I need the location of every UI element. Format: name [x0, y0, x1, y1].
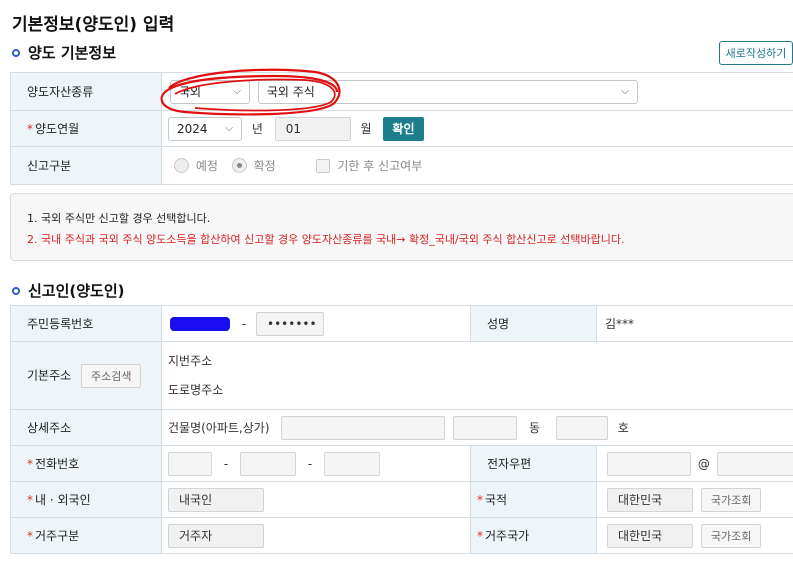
- report-type-label: 신고구분: [10, 146, 162, 185]
- nationality-lookup-button[interactable]: 국가조회: [700, 487, 762, 512]
- email-domain-input[interactable]: [716, 451, 793, 476]
- phone-dash: -: [223, 456, 229, 471]
- chevron-down-icon: ⌵: [621, 86, 629, 97]
- detail-address-label: 상세주소: [10, 409, 162, 446]
- building-name-label: 건물명(아파트,상가): [168, 421, 270, 435]
- phone-part3-input[interactable]: [324, 451, 380, 476]
- residence-type-label: * 거주구분: [10, 517, 162, 554]
- phone-part2-input[interactable]: [240, 451, 296, 476]
- residence-country-value: 대한민국: [607, 523, 693, 548]
- dong-label: 동: [528, 421, 541, 435]
- transfer-info-table: 양도자산종류 국외 ⌵ 국외 주식 ⌵ * 양도연월 2024 ⌵ 년 01 월 …: [10, 72, 793, 185]
- ho-label: 호: [617, 421, 629, 435]
- rrn-back-input[interactable]: •••••••: [256, 311, 324, 336]
- bullet-circle-icon: [12, 286, 20, 295]
- chevron-down-icon: ⌵: [225, 123, 233, 134]
- phone-label: * 전화번호: [10, 445, 162, 482]
- email-at: @: [697, 456, 710, 471]
- ho-input[interactable]: [555, 415, 608, 440]
- transfer-date-label: * 양도연월: [10, 110, 162, 147]
- dong-input[interactable]: [453, 415, 518, 440]
- phone-dash: -: [307, 456, 313, 471]
- road-address: 도로명주소: [168, 382, 224, 397]
- email-label: 전자우편: [470, 445, 597, 482]
- radio-final-label: 확정: [253, 159, 276, 173]
- late-report-label: 기한 후 신고여부: [337, 159, 423, 173]
- section-title-text: 신고인(양도인): [28, 282, 125, 300]
- phone-part1-input[interactable]: [168, 451, 212, 476]
- name-value: 김***: [605, 317, 635, 331]
- new-write-button[interactable]: 새로작성하기: [719, 41, 793, 65]
- nationality-type-label: * 내 · 외국인: [10, 481, 162, 518]
- building-name-input[interactable]: [281, 415, 446, 440]
- month-input[interactable]: 01: [274, 116, 351, 141]
- confirm-button[interactable]: 확인: [383, 116, 424, 141]
- rrn-dash: -: [241, 316, 247, 331]
- email-id-input[interactable]: [607, 451, 691, 476]
- highlight-circle-annotation: [160, 68, 341, 116]
- rrn-front-redacted: [170, 316, 230, 331]
- asset-type-label: 양도자산종류: [10, 72, 162, 111]
- residence-country-lookup-button[interactable]: 국가조회: [700, 523, 762, 548]
- radio-scheduled[interactable]: [174, 158, 189, 173]
- radio-final[interactable]: [231, 158, 247, 173]
- notice-line-2: 2. 국내 주식과 국외 주식 양도소득을 합산하여 신고할 경우 양도자산종류…: [27, 233, 625, 246]
- late-report-checkbox[interactable]: [315, 158, 330, 173]
- nationality-value: 대한민국: [607, 487, 693, 512]
- nationality-label: * 국적: [470, 481, 597, 518]
- notice-box: 1. 국외 주식만 신고할 경우 선택합니다. 2. 국내 주식과 국외 주식 …: [10, 193, 793, 261]
- year-value: 2024: [177, 121, 208, 136]
- jibun-address: 지번주소: [168, 353, 213, 368]
- notice-line-1: 1. 국외 주식만 신고할 경우 선택합니다.: [27, 212, 211, 225]
- reporter-table: 주민등록번호 - ••••••• 성명 김*** 기본주소 주소검색 지번주소 …: [10, 305, 793, 554]
- section-title-transfer-info: 양도 기본정보: [12, 42, 116, 63]
- residence-type-value: 거주자: [168, 523, 264, 548]
- rrn-label: 주민등록번호: [10, 305, 162, 342]
- section-title-text: 양도 기본정보: [28, 44, 117, 62]
- page-title: 기본정보(양도인) 입력: [12, 15, 175, 35]
- year-unit: 년: [251, 122, 263, 136]
- name-label: 성명: [470, 305, 597, 342]
- residence-country-label: * 거주국가: [470, 517, 597, 554]
- address-label: 기본주소 주소검색: [10, 341, 162, 410]
- section-title-reporter: 신고인(양도인): [12, 280, 125, 301]
- bullet-circle-icon: [12, 48, 20, 57]
- month-unit: 월: [360, 122, 372, 136]
- radio-scheduled-label: 예정: [195, 159, 218, 173]
- nationality-type-value: 내국인: [168, 487, 264, 512]
- year-select[interactable]: 2024 ⌵: [168, 116, 242, 141]
- address-search-button[interactable]: 주소검색: [81, 363, 142, 388]
